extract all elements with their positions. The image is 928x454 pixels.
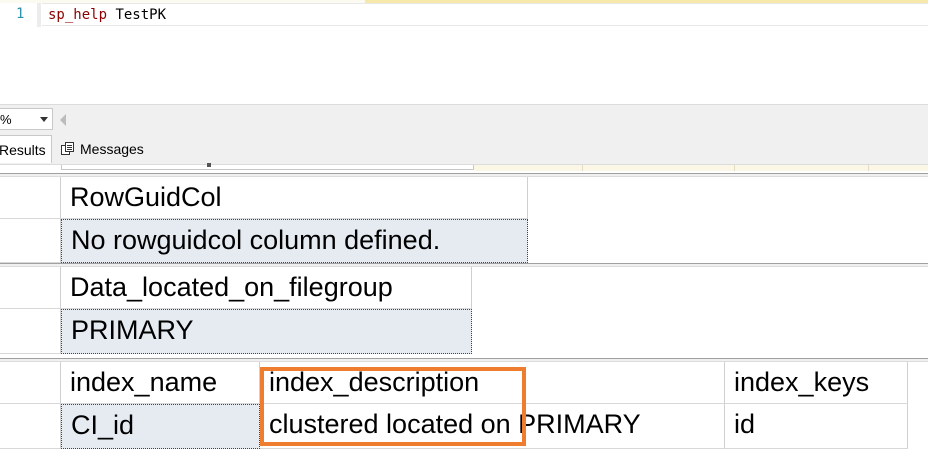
zoom-toolbar: % — [0, 104, 928, 133]
column-header[interactable]: index_name — [61, 362, 260, 404]
editor-gutter — [37, 3, 41, 27]
row-header[interactable] — [0, 219, 61, 263]
grid-cell[interactable]: id — [725, 404, 908, 449]
column-header[interactable]: RowGuidCol — [61, 177, 528, 219]
result-tabs: Results Messages — [0, 133, 928, 165]
row-header[interactable] — [0, 177, 61, 219]
row-header[interactable] — [0, 404, 61, 449]
current-code-line[interactable]: sp_help TestPK — [42, 3, 928, 26]
line-number: 1 — [16, 6, 25, 22]
code-text: sp_help TestPK — [48, 7, 166, 23]
grid-cell[interactable]: PRIMARY — [61, 309, 472, 354]
grid-cell[interactable]: clustered located on PRIMARY — [260, 404, 725, 449]
previous-grid-cell — [61, 163, 474, 170]
tab-results-label: Results — [0, 141, 46, 158]
row-header[interactable] — [0, 309, 61, 354]
column-header[interactable]: index_keys — [725, 362, 908, 404]
grid-cell[interactable]: No rowguidcol column defined. — [61, 219, 528, 263]
grid-cell[interactable]: CI_id — [61, 404, 260, 449]
zoom-value: % — [0, 112, 12, 127]
scroll-left-icon[interactable] — [60, 114, 66, 126]
zoom-dropdown[interactable]: % — [0, 108, 53, 130]
row-header[interactable] — [0, 362, 61, 404]
chevron-down-icon — [40, 117, 48, 122]
query-editor[interactable]: 1 sp_help TestPK — [0, 0, 928, 104]
row-header[interactable] — [0, 267, 61, 309]
messages-icon — [61, 142, 75, 156]
column-header[interactable]: Data_located_on_filegroup — [61, 267, 472, 309]
tab-results[interactable]: Results — [0, 135, 52, 163]
code-identifier: TestPK — [107, 7, 167, 23]
results-pane: RowGuidCol No rowguidcol column defined.… — [0, 163, 928, 454]
tab-messages-label: Messages — [80, 141, 144, 157]
previous-grid-tail — [474, 165, 928, 171]
column-header[interactable]: index_description — [260, 362, 725, 404]
code-keyword: sp_help — [48, 7, 108, 23]
tab-messages[interactable]: Messages — [56, 135, 160, 163]
